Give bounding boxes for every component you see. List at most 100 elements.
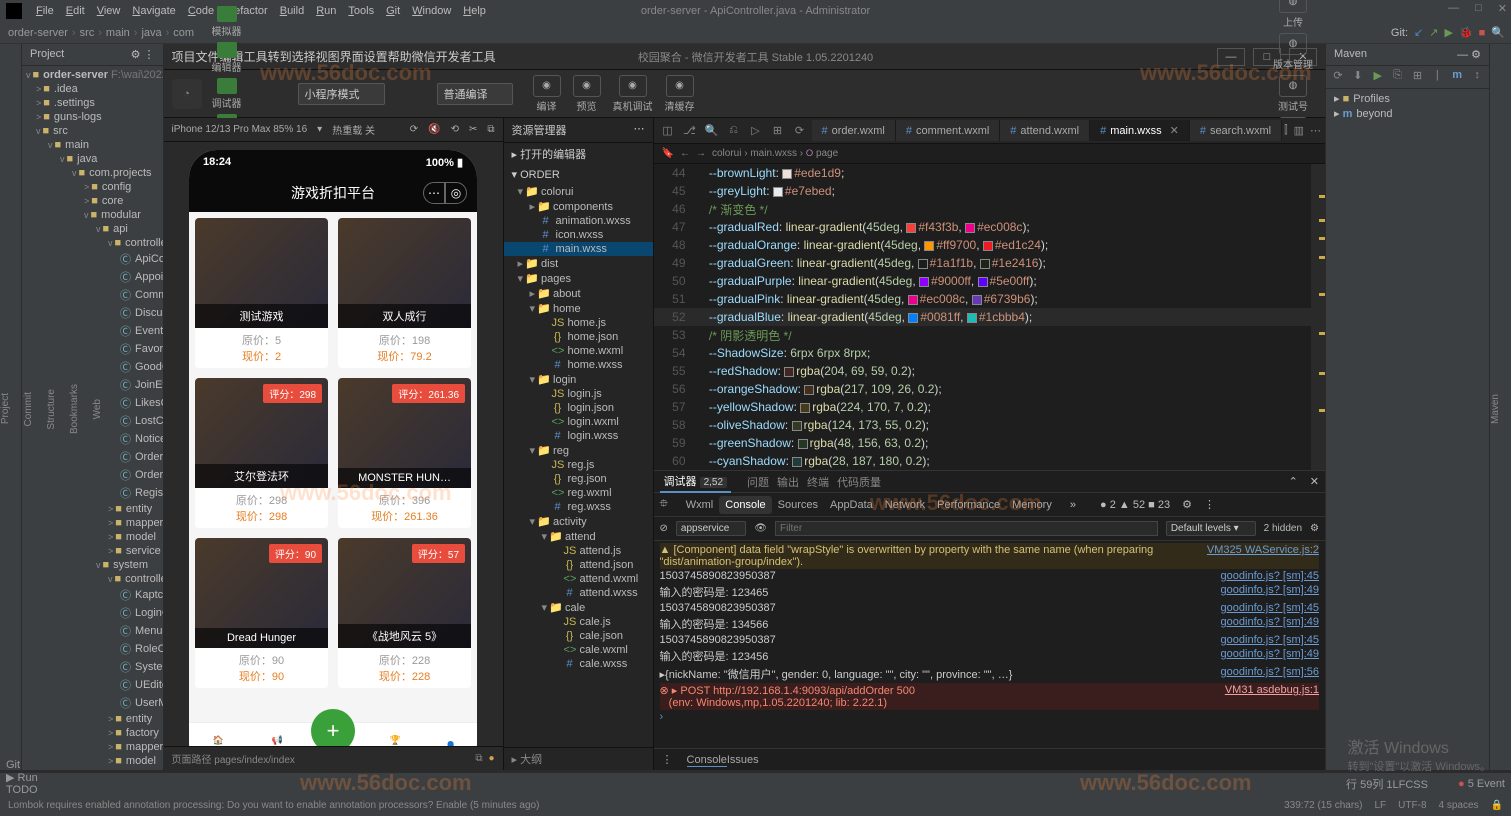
levels-select[interactable]: Default levels ▾ <box>1166 521 1256 536</box>
sim-copy-icon[interactable]: ⧉ <box>475 753 482 764</box>
menu-file[interactable]: File <box>30 3 60 19</box>
editor-tab[interactable]: # main.wxss✕ <box>1090 120 1190 141</box>
dbg-menu-icon[interactable]: ⋮ <box>1204 498 1215 511</box>
tab-close-icon[interactable]: ✕ <box>1170 124 1179 137</box>
file-node[interactable]: ▾📁activity <box>504 514 653 529</box>
file-node[interactable]: JShome.js <box>504 316 653 330</box>
file-node[interactable]: #home.wxss <box>504 358 653 372</box>
wx-menu-item[interactable]: 界面 <box>340 50 364 64</box>
code-line[interactable]: 60 --cyanShadow: rgba(28, 187, 180, 0.2)… <box>654 452 1325 470</box>
project-settings-icon[interactable]: ⚙ ⋮ <box>131 48 155 61</box>
tree-node[interactable]: v■main <box>22 138 163 152</box>
bookmark-icon[interactable]: 🔖 <box>662 148 674 159</box>
maximize-icon[interactable]: □ <box>1475 2 1482 15</box>
code-line[interactable]: 58 --oliveShadow: rgba(124, 173, 55, 0.2… <box>654 416 1325 434</box>
menu-run[interactable]: Run <box>310 3 342 19</box>
ed-debug-icon[interactable]: ▷ <box>746 124 766 137</box>
git-push-icon[interactable]: ↗ <box>1429 26 1438 39</box>
capsule-menu-icon[interactable]: ⋯ <box>423 182 445 204</box>
tree-node[interactable]: ⒸKaptch <box>22 586 163 604</box>
tree-node[interactable]: >■.idea <box>22 82 163 96</box>
code-line[interactable]: 53 /* 阴影透明色 */ <box>654 326 1325 344</box>
dbg-foot-tab[interactable]: Console <box>687 754 727 767</box>
file-node[interactable]: #reg.wxss <box>504 500 653 514</box>
code-editor[interactable]: 44 --brownLight: #ede1d9;45 --greyLight:… <box>654 164 1325 470</box>
tree-node[interactable]: >■entity <box>22 502 163 516</box>
dbg-tab-wxml[interactable]: Wxml <box>680 496 720 514</box>
tree-node[interactable]: >■model <box>22 530 163 544</box>
file-node[interactable]: {}login.json <box>504 401 653 415</box>
context-select[interactable]: appservice <box>676 521 746 536</box>
wx-menu-item[interactable]: 微信开发者工具 <box>412 50 496 64</box>
console-foot-icon[interactable]: ⋮ <box>662 753 673 766</box>
file-node[interactable]: #login.wxss <box>504 429 653 443</box>
tree-node[interactable]: >■core <box>22 194 163 208</box>
tree-node[interactable]: >■factory <box>22 726 163 740</box>
file-node[interactable]: ▸📁components <box>504 199 653 214</box>
debugger-tab[interactable]: 调试器 2,52 <box>660 471 732 493</box>
dbg-top-tab[interactable]: 代码质量 <box>833 475 885 491</box>
editor-tab[interactable]: # comment.wxml <box>896 120 1000 141</box>
wx-menu-item[interactable]: 转到 <box>268 50 292 64</box>
breadcrumb-item[interactable]: main <box>106 27 130 39</box>
dbg-gear-icon[interactable]: ⚙ <box>1310 523 1319 534</box>
wx-menu-item[interactable]: 工具 <box>244 50 268 64</box>
close-icon[interactable]: ✕ <box>1498 2 1507 15</box>
menu-tools[interactable]: Tools <box>342 3 380 19</box>
breadcrumb-item[interactable]: java <box>141 27 161 39</box>
wx-menu-item[interactable]: 设置 <box>364 50 388 64</box>
toolwin-structure[interactable]: Structure <box>46 385 57 434</box>
wx-tool-1[interactable]: 编辑器 <box>208 40 246 76</box>
ed-ext-icon[interactable]: ⊞ <box>768 124 788 137</box>
file-node[interactable]: ▾📁login <box>504 372 653 387</box>
dbg-collapse-icon[interactable]: ⌃ <box>1289 475 1298 488</box>
file-node[interactable]: ▸📁about <box>504 286 653 301</box>
stop-icon[interactable]: ■ <box>1479 27 1486 39</box>
toolwin-bookmarks[interactable]: Bookmarks <box>69 380 80 438</box>
compile-select[interactable]: 普通编译 <box>437 83 513 105</box>
tree-node[interactable]: ⒸFavorCo <box>22 340 163 358</box>
wx-menu-item[interactable]: 选择 <box>292 50 316 64</box>
editor-tab[interactable]: # search.wxml <box>1190 120 1282 141</box>
project-root[interactable]: v■ order-server F:\wai\2022\mini\ <box>22 68 163 82</box>
mode-select[interactable]: 小程序模式 <box>298 83 385 105</box>
tree-node[interactable]: v■controller <box>22 572 163 586</box>
code-line[interactable]: 59 --greenShadow: rgba(48, 156, 63, 0.2)… <box>654 434 1325 452</box>
code-line[interactable]: 46 /* 渐变色 */ <box>654 200 1325 218</box>
code-line[interactable]: 47 --gradualRed: linear-gradient(45deg, … <box>654 218 1325 236</box>
search-icon[interactable]: 🔍 <box>1491 26 1505 39</box>
game-card[interactable]: 评分：90Dread Hunger 原价：90现价：90 <box>195 538 328 688</box>
maven-expand-icon[interactable]: ↕ <box>1469 69 1485 85</box>
sim-pop-icon[interactable]: ⧉ <box>487 124 494 135</box>
fab-add-button[interactable]: + <box>311 709 355 746</box>
dbg-tab-appdata[interactable]: AppData <box>824 496 879 514</box>
wx-menu-item[interactable]: 项目 <box>172 50 196 64</box>
ed-search-icon[interactable]: 🔍 <box>702 124 722 137</box>
git-pull-icon[interactable]: ↙ <box>1414 26 1423 39</box>
minimize-icon[interactable]: — <box>1448 2 1459 15</box>
menu-help[interactable]: Help <box>457 3 492 19</box>
file-node[interactable]: ▸📁dist <box>504 256 653 271</box>
file-node[interactable]: #cale.wxss <box>504 657 653 671</box>
maven-exec-icon[interactable]: ⎘ <box>1390 69 1406 85</box>
dbg-settings-icon[interactable]: ⚙ <box>1182 498 1192 511</box>
ed-tree-icon[interactable]: ⎇ <box>680 124 700 137</box>
file-node[interactable]: <>reg.wxml <box>504 486 653 500</box>
editor-tab[interactable]: # attend.wxml <box>1000 120 1090 141</box>
open-editors-section[interactable]: ▸ 打开的编辑器 <box>504 143 653 165</box>
tree-node[interactable]: ⒸRegiste <box>22 484 163 502</box>
code-line[interactable]: 51 --gradualPink: linear-gradient(45deg,… <box>654 290 1325 308</box>
file-node[interactable]: <>login.wxml <box>504 415 653 429</box>
dbg-tab-console[interactable]: Console <box>719 496 771 514</box>
ed-breadcrumb[interactable]: colorui › main.wxss › ୦ page <box>712 148 838 159</box>
dbg-top-tab[interactable]: 问题 <box>743 475 773 491</box>
wx-project-icon[interactable]: ◔ <box>172 79 202 109</box>
dbg-top-tab[interactable]: 终端 <box>803 475 833 491</box>
tree-node[interactable]: ⒸSystem <box>22 658 163 676</box>
toolwin-maven[interactable]: Maven <box>1490 390 1501 428</box>
maven-m-icon[interactable]: m <box>1449 69 1465 85</box>
file-node[interactable]: #main.wxss <box>504 242 653 256</box>
tree-node[interactable]: >■config <box>22 180 163 194</box>
sim-mute-icon[interactable]: 🔇 <box>428 124 440 135</box>
hot-reload-toggle[interactable]: 热重载 关 <box>332 122 375 137</box>
